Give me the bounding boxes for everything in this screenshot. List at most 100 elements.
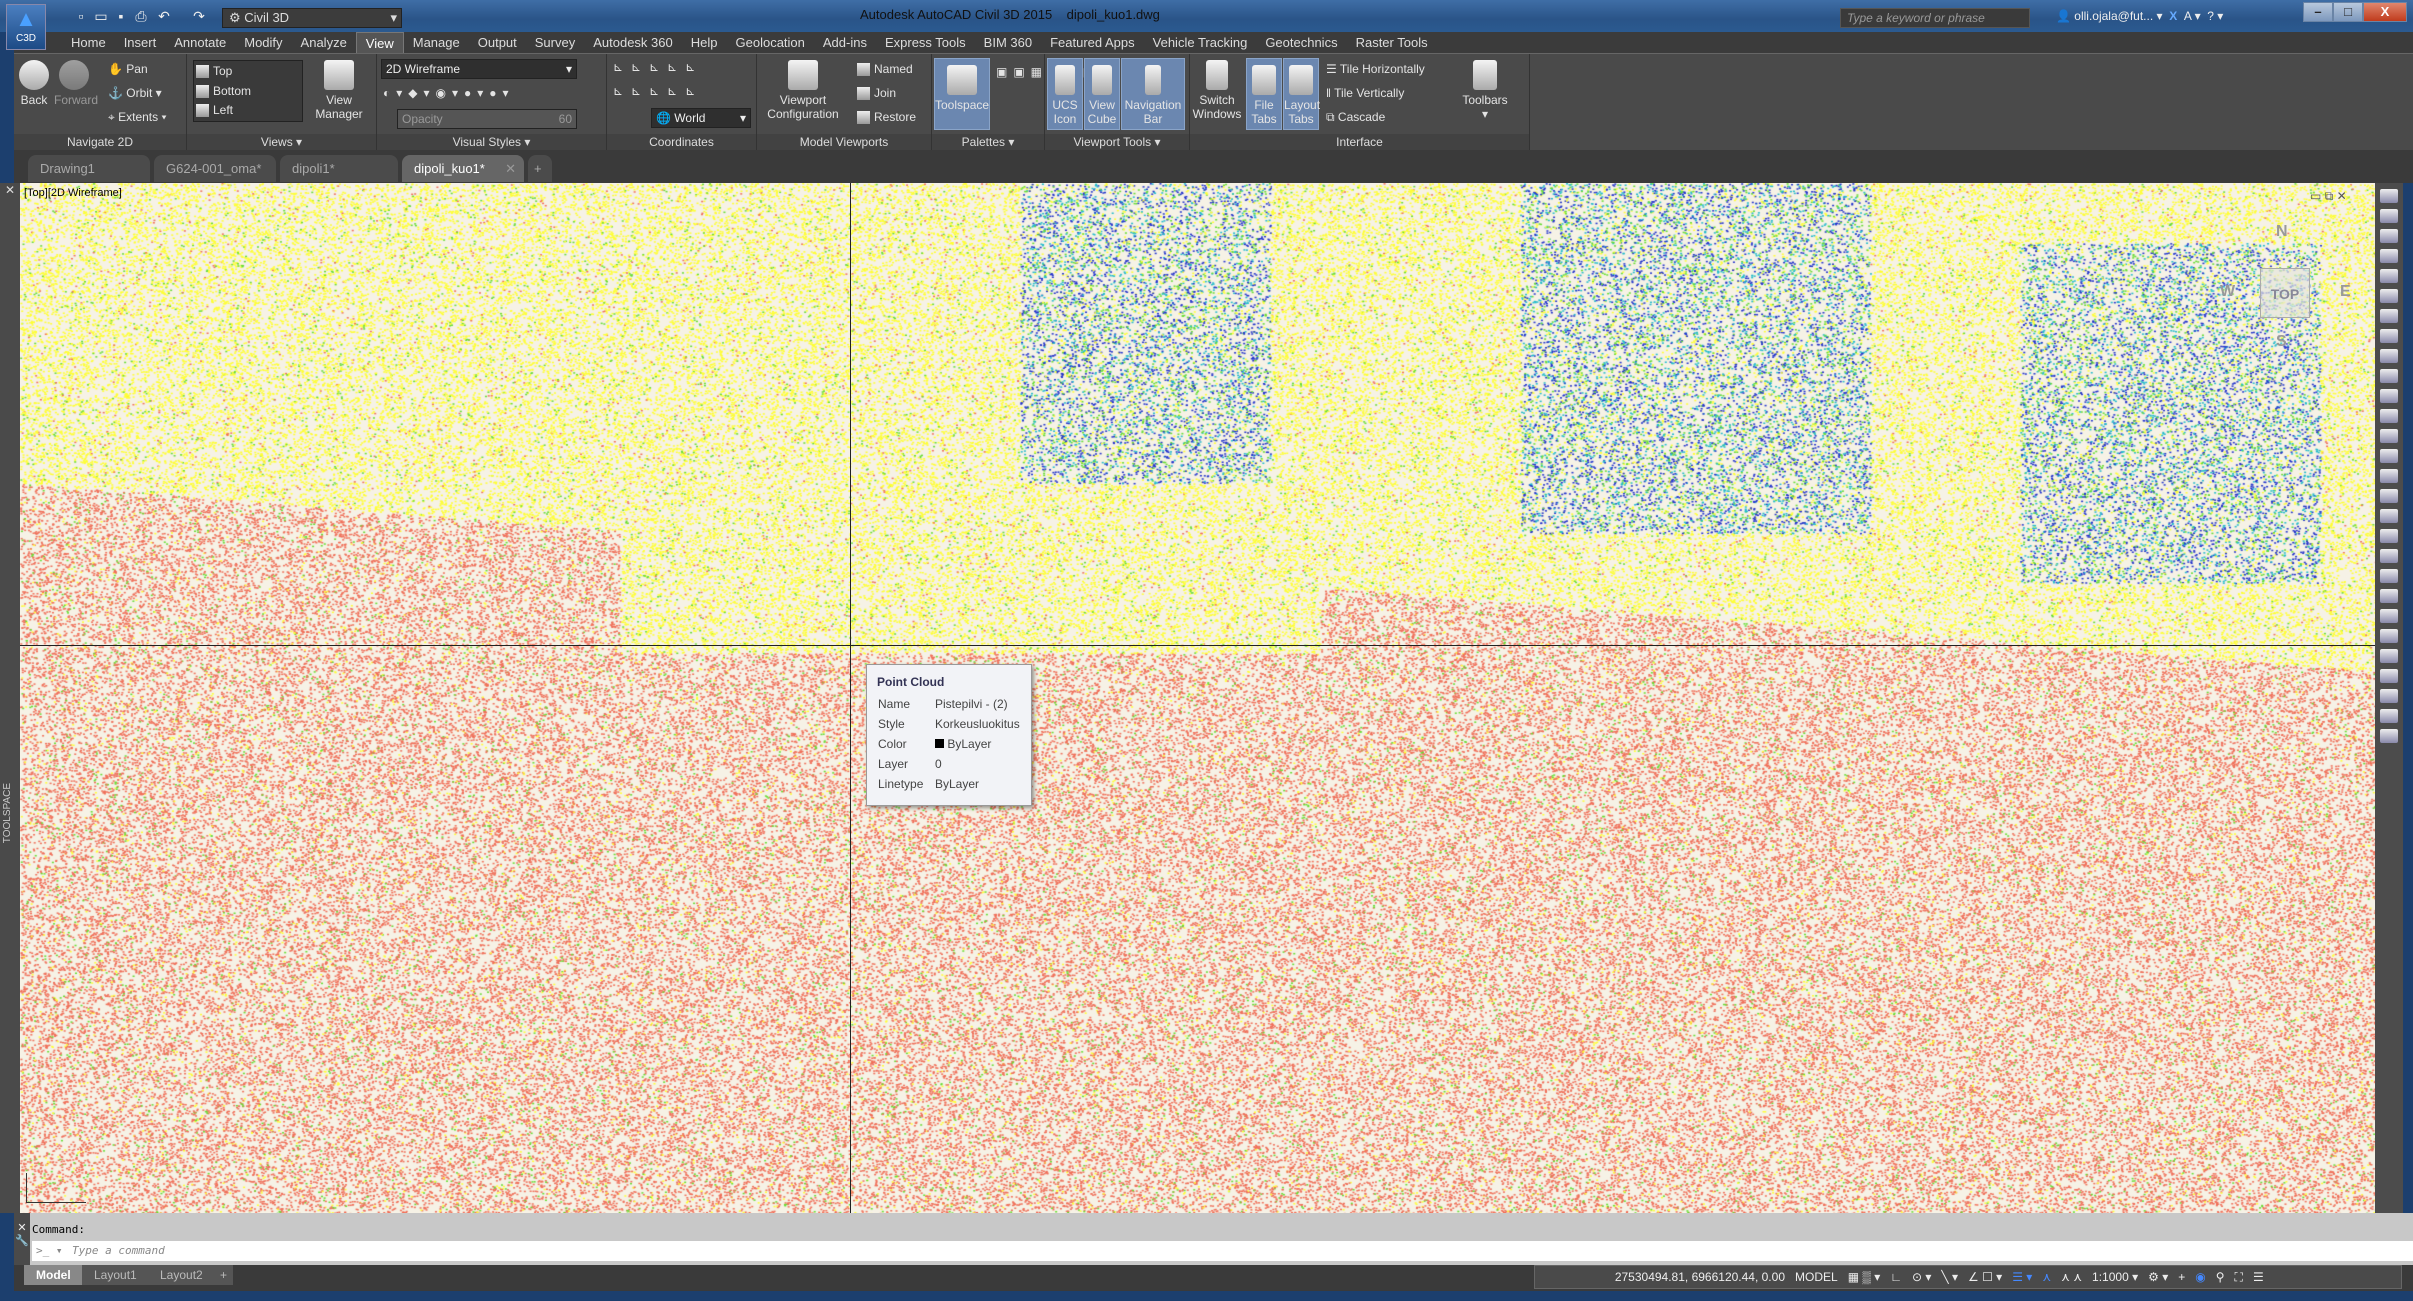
- view-bottom[interactable]: Bottom: [196, 84, 251, 98]
- nav-tool-icon[interactable]: [2380, 389, 2398, 403]
- nav-tool-icon[interactable]: [2380, 669, 2398, 683]
- ribbon-tab[interactable]: Home: [62, 32, 115, 53]
- ucs-tools-row1[interactable]: ⊾⊾⊾⊾⊾: [613, 60, 703, 74]
- nav-tool-icon[interactable]: [2380, 309, 2398, 323]
- file-tabs-button[interactable]: File Tabs: [1246, 58, 1282, 130]
- exchange-icon[interactable]: X: [2169, 9, 2177, 23]
- ribbon-tab[interactable]: Help: [682, 32, 727, 53]
- nav-tool-icon[interactable]: [2380, 369, 2398, 383]
- layout-tab-model[interactable]: Model: [24, 1265, 83, 1285]
- toolspace-palette-strip[interactable]: ✕ TOOLSPACE: [0, 183, 20, 1213]
- new-icon[interactable]: ▫: [72, 8, 90, 24]
- clean-screen-icon[interactable]: ⛶: [2235, 1270, 2243, 1285]
- customize-wrench-icon[interactable]: 🔧: [15, 1235, 29, 1247]
- view-cube[interactable]: TOP: [2260, 268, 2310, 318]
- nav-tool-icon[interactable]: [2380, 709, 2398, 723]
- polar-icon[interactable]: ⊙ ▾: [1912, 1270, 1931, 1284]
- ribbon-tab[interactable]: Manage: [404, 32, 469, 53]
- named-button[interactable]: Named: [857, 62, 913, 76]
- back-button[interactable]: Back: [16, 60, 52, 107]
- coordinates-readout[interactable]: 27530494.81, 6966120.44, 0.00: [1555, 1270, 1785, 1284]
- nav-tool-icon[interactable]: [2380, 229, 2398, 243]
- cascade-button[interactable]: ⧉ Cascade: [1326, 110, 1385, 124]
- help-search-input[interactable]: Type a keyword or phrase: [1840, 8, 2030, 28]
- lineweight-icon[interactable]: ☰ ▾: [2012, 1270, 2032, 1284]
- help-icon[interactable]: ?: [2207, 9, 2214, 23]
- close-tab-icon[interactable]: ✕: [505, 155, 516, 182]
- close-icon[interactable]: ✕: [17, 1222, 26, 1234]
- a360-icon[interactable]: A: [2184, 9, 2191, 23]
- nav-tool-icon[interactable]: [2380, 349, 2398, 363]
- ribbon-tab[interactable]: Analyze: [292, 32, 356, 53]
- ortho-icon[interactable]: ∟: [1890, 1270, 1902, 1284]
- command-input[interactable]: >_ ▾ Type a command: [32, 1241, 2413, 1261]
- switch-windows-button[interactable]: Switch Windows: [1192, 60, 1242, 121]
- ucs-dropdown[interactable]: 🌐 World ▾: [651, 108, 751, 128]
- view-top[interactable]: Top: [196, 64, 232, 78]
- workspace-gear-icon[interactable]: ⚙ ▾: [2148, 1270, 2168, 1284]
- forward-button[interactable]: Forward: [54, 60, 94, 107]
- visual-style-dropdown[interactable]: 2D Wireframe ▾: [381, 59, 577, 79]
- ribbon-tab[interactable]: BIM 360: [975, 32, 1041, 53]
- autoscale-icon[interactable]: ⋏ ⋏: [2061, 1270, 2082, 1284]
- file-tab[interactable]: Drawing1: [28, 155, 150, 182]
- tile-vertically-button[interactable]: ‖ Tile Vertically: [1326, 86, 1404, 100]
- ribbon-tab[interactable]: Output: [469, 32, 526, 53]
- nav-tool-icon[interactable]: [2380, 649, 2398, 663]
- save-icon[interactable]: ▪: [112, 8, 130, 24]
- nav-tool-icon[interactable]: [2380, 329, 2398, 343]
- ribbon-tab[interactable]: Annotate: [165, 32, 235, 53]
- ucs-icon-button[interactable]: UCS Icon: [1047, 58, 1083, 130]
- undo-icon[interactable]: ↶: [155, 8, 173, 24]
- nav-tool-icon[interactable]: [2380, 209, 2398, 223]
- nav-tool-icon[interactable]: [2380, 529, 2398, 543]
- customize-menu-icon[interactable]: ☰: [2253, 1270, 2264, 1284]
- orbit-button[interactable]: ⚓ Orbit ▾: [108, 86, 162, 100]
- layout-tab[interactable]: Layout2: [148, 1265, 215, 1285]
- nav-tool-icon[interactable]: [2380, 689, 2398, 703]
- nav-tool-icon[interactable]: [2380, 449, 2398, 463]
- ribbon-tab[interactable]: Insert: [115, 32, 166, 53]
- restore-button[interactable]: Restore: [857, 110, 916, 124]
- viewcube-east[interactable]: E: [2340, 283, 2351, 301]
- ribbon-tab[interactable]: Raster Tools: [1347, 32, 1437, 53]
- viewcube-south[interactable]: S: [2276, 333, 2287, 351]
- ribbon-tab[interactable]: Geotechnics: [1256, 32, 1346, 53]
- open-icon[interactable]: ▭: [92, 8, 110, 24]
- annotation-visibility-icon[interactable]: ⋏: [2042, 1270, 2051, 1284]
- nav-tool-icon[interactable]: [2380, 409, 2398, 423]
- ribbon-tab[interactable]: Geolocation: [727, 32, 814, 53]
- nav-tool-icon[interactable]: [2380, 429, 2398, 443]
- ribbon-tab[interactable]: Express Tools: [876, 32, 975, 53]
- new-layout-button[interactable]: +: [214, 1265, 233, 1285]
- ribbon-tab[interactable]: Featured Apps: [1041, 32, 1144, 53]
- nav-tool-icon[interactable]: [2380, 189, 2398, 203]
- nav-tool-icon[interactable]: [2380, 489, 2398, 503]
- nav-tool-icon[interactable]: [2380, 589, 2398, 603]
- views-list[interactable]: Top Bottom Left: [193, 60, 303, 122]
- isolate-objects-icon[interactable]: ⚲: [2216, 1270, 2225, 1284]
- snap-icon[interactable]: ╲ ▾: [1941, 1270, 1958, 1284]
- nav-tool-icon[interactable]: [2380, 609, 2398, 623]
- viewcube-north[interactable]: N: [2276, 223, 2288, 241]
- workspace-dropdown[interactable]: ⚙ Civil 3D ▾: [222, 8, 402, 28]
- ucs-tools-row2[interactable]: ⊾⊾⊾⊾⊾: [613, 84, 703, 98]
- toolspace-button[interactable]: Toolspace: [934, 58, 990, 130]
- ribbon-tab[interactable]: Autodesk 360: [584, 32, 682, 53]
- user-account[interactable]: 👤 olli.ojala@fut... ▾ X A ▾ ? ▾: [2056, 9, 2223, 23]
- ribbon-tab[interactable]: View: [356, 32, 404, 53]
- palette-buttons[interactable]: ▣▣▦▣▥▣: [996, 60, 1040, 84]
- ribbon-tab[interactable]: Modify: [235, 32, 291, 53]
- viewport-window-controls[interactable]: ▭ ⧉ ✕: [2310, 189, 2347, 204]
- navigation-bar[interactable]: [2375, 183, 2403, 1213]
- nav-tool-icon[interactable]: [2380, 729, 2398, 743]
- close-button[interactable]: X: [2363, 2, 2407, 22]
- minimize-button[interactable]: –: [2303, 2, 2333, 22]
- drawing-viewport[interactable]: [Top][2D Wireframe] TOP N W E S ▭ ⧉ ✕: [20, 183, 2375, 1213]
- grid-icon[interactable]: ▦ ▒ ▾: [1848, 1270, 1881, 1284]
- layout-tab[interactable]: Layout1: [82, 1265, 149, 1285]
- nav-tool-icon[interactable]: [2380, 269, 2398, 283]
- view-left[interactable]: Left: [196, 103, 233, 117]
- view-manager-button[interactable]: View Manager: [311, 60, 367, 121]
- isodraft-icon[interactable]: ∠ ☐ ▾: [1968, 1270, 2002, 1284]
